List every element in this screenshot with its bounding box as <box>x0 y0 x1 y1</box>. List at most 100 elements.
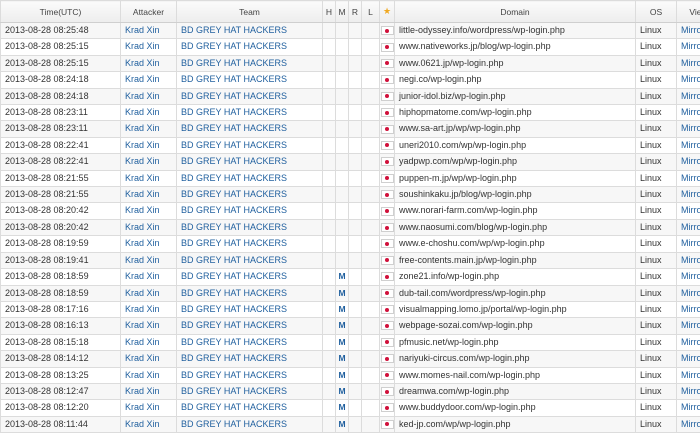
team-link[interactable]: BD GREY HAT HACKERS <box>176 71 323 89</box>
mirror-link[interactable]: Mirror <box>676 366 700 384</box>
attacker-link[interactable]: Krad Xin <box>120 317 177 335</box>
attacker-link[interactable]: Krad Xin <box>120 218 177 237</box>
attacker-link[interactable]: Krad Xin <box>120 87 177 106</box>
attacker-link[interactable]: Krad Xin <box>120 366 177 384</box>
col-header-h[interactable]: H <box>322 0 336 23</box>
attacker-link[interactable]: Krad Xin <box>120 268 177 286</box>
mirror-link[interactable]: Mirror <box>676 284 700 302</box>
mirror-link[interactable]: Mirror <box>676 235 700 253</box>
team-link[interactable]: BD GREY HAT HACKERS <box>176 333 323 352</box>
col-header-time[interactable]: Time(UTC) <box>0 0 121 23</box>
mirror-link[interactable]: Mirror <box>676 186 700 204</box>
table-row: 2013-08-28 08:20:42 Krad Xin BD GREY HAT H… <box>0 202 700 220</box>
team-link[interactable]: BD GREY HAT HACKERS <box>176 136 323 155</box>
mirror-link[interactable]: Mirror <box>676 153 700 171</box>
team-link[interactable]: BD GREY HAT HACKERS <box>176 382 323 401</box>
attacker-link[interactable]: Krad Xin <box>120 333 177 352</box>
mirror-link[interactable]: Mirror <box>676 333 700 352</box>
attacker-link[interactable]: Krad Xin <box>120 71 177 89</box>
mirror-link[interactable]: Mirror <box>676 382 700 401</box>
mirror-link[interactable]: Mirror <box>676 399 700 417</box>
col-header-os[interactable]: OS <box>635 0 677 23</box>
cell-time: 2013-08-28 08:14:12 <box>0 350 121 368</box>
col-header-domain[interactable]: Domain <box>394 0 636 23</box>
team-link[interactable]: BD GREY HAT HACKERS <box>176 202 323 220</box>
attacker-link[interactable]: Krad Xin <box>120 235 177 253</box>
mirror-link[interactable]: Mirror <box>676 120 700 138</box>
attacker-link[interactable]: Krad Xin <box>120 120 177 138</box>
attacker-link[interactable]: Krad Xin <box>120 136 177 155</box>
team-link[interactable]: BD GREY HAT HACKERS <box>176 169 323 188</box>
table-row: 2013-08-28 08:23:11 Krad Xin BD GREY HAT H… <box>0 120 700 138</box>
col-header-m[interactable]: M <box>335 0 349 23</box>
team-link[interactable]: BD GREY HAT HACKERS <box>176 399 323 417</box>
team-link[interactable]: BD GREY HAT HACKERS <box>176 186 323 204</box>
col-header-view[interactable]: View <box>676 0 700 23</box>
attacker-link[interactable]: Krad Xin <box>120 202 177 220</box>
attacker-link[interactable]: Krad Xin <box>120 284 177 302</box>
team-link[interactable]: BD GREY HAT HACKERS <box>176 54 323 73</box>
mirror-link[interactable]: Mirror <box>676 54 700 73</box>
cell-flag <box>379 104 395 122</box>
attacker-link[interactable]: Krad Xin <box>120 54 177 73</box>
team-link[interactable]: BD GREY HAT HACKERS <box>176 21 323 40</box>
team-link[interactable]: BD GREY HAT HACKERS <box>176 251 323 270</box>
cell-m <box>335 136 349 155</box>
mirror-link[interactable]: Mirror <box>676 202 700 220</box>
attacker-link[interactable]: Krad Xin <box>120 251 177 270</box>
attacker-link[interactable]: Krad Xin <box>120 21 177 40</box>
team-link[interactable]: BD GREY HAT HACKERS <box>176 120 323 138</box>
mirror-link[interactable]: Mirror <box>676 268 700 286</box>
mirror-link[interactable]: Mirror <box>676 218 700 237</box>
attacker-link[interactable]: Krad Xin <box>120 382 177 401</box>
team-link[interactable]: BD GREY HAT HACKERS <box>176 415 323 434</box>
cell-time: 2013-08-28 08:21:55 <box>0 186 121 204</box>
team-link[interactable]: BD GREY HAT HACKERS <box>176 366 323 384</box>
mirror-link[interactable]: Mirror <box>676 21 700 40</box>
cell-time: 2013-08-28 08:25:15 <box>0 38 121 56</box>
col-header-attacker[interactable]: Attacker <box>120 0 177 23</box>
team-link[interactable]: BD GREY HAT HACKERS <box>176 38 323 56</box>
col-header-r[interactable]: R <box>348 0 362 23</box>
mirror-link[interactable]: Mirror <box>676 104 700 122</box>
col-header-l[interactable]: L <box>361 0 380 23</box>
cell-l <box>361 300 380 319</box>
team-link[interactable]: BD GREY HAT HACKERS <box>176 235 323 253</box>
attacker-link[interactable]: Krad Xin <box>120 350 177 368</box>
table-row: 2013-08-28 08:11:44 Krad Xin BD GREY HAT H… <box>0 415 700 434</box>
mirror-link[interactable]: Mirror <box>676 38 700 56</box>
table-row: 2013-08-28 08:14:12 Krad Xin BD GREY HAT H… <box>0 350 700 368</box>
attacker-link[interactable]: Krad Xin <box>120 399 177 417</box>
team-link[interactable]: BD GREY HAT HACKERS <box>176 284 323 302</box>
team-link[interactable]: BD GREY HAT HACKERS <box>176 153 323 171</box>
attacker-link[interactable]: Krad Xin <box>120 169 177 188</box>
attacker-link[interactable]: Krad Xin <box>120 153 177 171</box>
mirror-link[interactable]: Mirror <box>676 136 700 155</box>
col-header-team[interactable]: Team <box>176 0 323 23</box>
attacker-link[interactable]: Krad Xin <box>120 104 177 122</box>
mirror-link[interactable]: Mirror <box>676 87 700 106</box>
mirror-link[interactable]: Mirror <box>676 300 700 319</box>
cell-time: 2013-08-28 08:23:11 <box>0 104 121 122</box>
cell-r <box>348 251 362 270</box>
mirror-link[interactable]: Mirror <box>676 350 700 368</box>
attacker-link[interactable]: Krad Xin <box>120 38 177 56</box>
team-link[interactable]: BD GREY HAT HACKERS <box>176 268 323 286</box>
attacker-link[interactable]: Krad Xin <box>120 415 177 434</box>
team-link[interactable]: BD GREY HAT HACKERS <box>176 218 323 237</box>
mirror-link[interactable]: Mirror <box>676 251 700 270</box>
mirror-link[interactable]: Mirror <box>676 71 700 89</box>
team-link[interactable]: BD GREY HAT HACKERS <box>176 350 323 368</box>
attacker-link[interactable]: Krad Xin <box>120 186 177 204</box>
team-link[interactable]: BD GREY HAT HACKERS <box>176 87 323 106</box>
mirror-link[interactable]: Mirror <box>676 415 700 434</box>
col-header-star[interactable]: ★ <box>379 0 395 23</box>
team-link[interactable]: BD GREY HAT HACKERS <box>176 104 323 122</box>
cell-domain: free-contents.main.jp/wp-login.php <box>394 251 636 270</box>
mirror-link[interactable]: Mirror <box>676 317 700 335</box>
mirror-link[interactable]: Mirror <box>676 169 700 188</box>
attacker-link[interactable]: Krad Xin <box>120 300 177 319</box>
team-link[interactable]: BD GREY HAT HACKERS <box>176 317 323 335</box>
cell-os: Linux <box>635 333 677 352</box>
team-link[interactable]: BD GREY HAT HACKERS <box>176 300 323 319</box>
